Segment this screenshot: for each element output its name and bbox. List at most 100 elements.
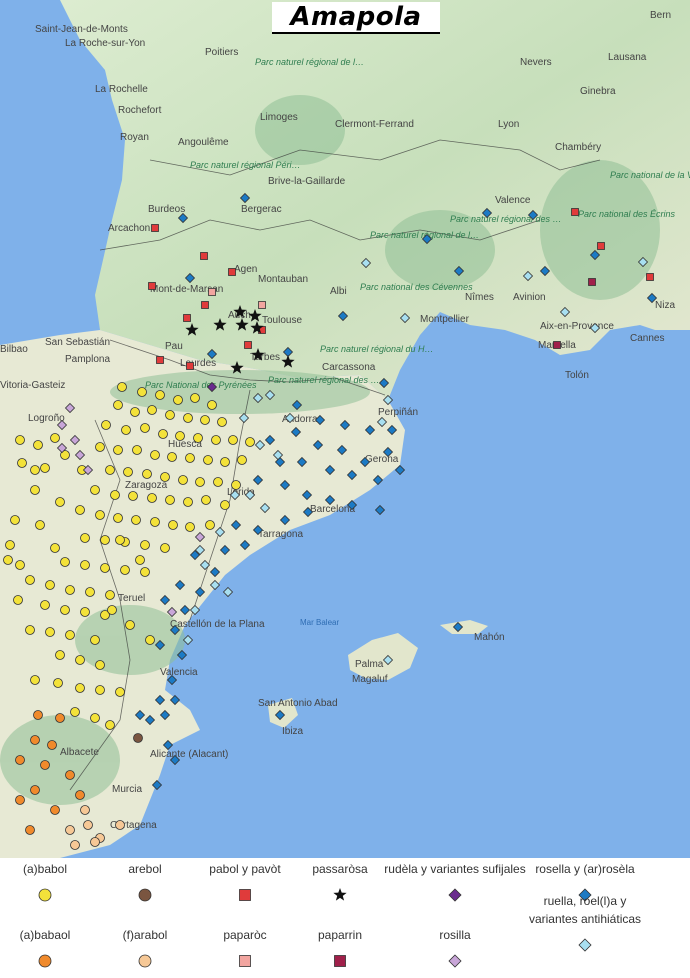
marker-square	[186, 362, 194, 370]
marker-square	[228, 268, 236, 276]
place-label: Niza	[655, 300, 675, 311]
dialect-map: Saint-Jean-de-Monts La Roche-sur-Yon Poiti…	[0, 0, 690, 858]
place-label: Ginebra	[580, 86, 616, 97]
marker-circle	[65, 825, 75, 835]
place-label: Clermont-Ferrand	[335, 119, 414, 130]
sea-label: Mar Balear	[300, 618, 339, 627]
place-label: Avinion	[513, 292, 546, 303]
marker-circle	[105, 720, 115, 730]
legend-label: rudèla y variantes sufijales	[384, 862, 526, 876]
legend-symbol-diamond	[448, 954, 462, 968]
marker-circle	[75, 683, 85, 693]
marker-circle	[100, 535, 110, 545]
marker-circle	[133, 733, 143, 743]
marker-circle	[245, 437, 255, 447]
marker-circle	[25, 825, 35, 835]
place-label: Magaluf	[352, 674, 388, 685]
place-label: Valencia	[160, 667, 198, 678]
legend-symbol-square	[239, 889, 251, 901]
marker-circle	[220, 457, 230, 467]
marker-circle	[33, 440, 43, 450]
marker-circle	[200, 415, 210, 425]
marker-circle	[123, 467, 133, 477]
marker-circle	[47, 740, 57, 750]
marker-circle	[60, 557, 70, 567]
place-label: Nîmes	[465, 292, 494, 303]
marker-square	[201, 301, 209, 309]
place-label: Toulouse	[262, 315, 302, 326]
marker-circle	[45, 627, 55, 637]
marker-circle	[75, 655, 85, 665]
marker-square	[258, 301, 266, 309]
place-label: Aix-en-Provence	[540, 321, 614, 332]
marker-circle	[30, 485, 40, 495]
marker-circle	[167, 452, 177, 462]
marker-circle	[231, 480, 241, 490]
place-label: Limoges	[260, 112, 298, 123]
place-label: Lyon	[498, 119, 519, 130]
place-label: Albacete	[60, 747, 99, 758]
marker-circle	[183, 413, 193, 423]
place-label: Montauban	[258, 274, 308, 285]
marker-circle	[25, 625, 35, 635]
place-label: Murcia	[112, 784, 142, 795]
marker-circle	[117, 382, 127, 392]
marker-square	[151, 224, 159, 232]
marker-circle	[155, 390, 165, 400]
place-label: Valence	[495, 195, 531, 206]
marker-circle	[101, 420, 111, 430]
marker-circle	[83, 820, 93, 830]
place-label: Pamplona	[65, 354, 110, 365]
marker-square	[571, 208, 579, 216]
place-label: Nevers	[520, 57, 552, 68]
marker-circle	[150, 517, 160, 527]
marker-square	[148, 282, 156, 290]
marker-circle	[40, 600, 50, 610]
map-title: Amapola	[290, 2, 422, 32]
marker-circle	[70, 840, 80, 850]
marker-circle	[95, 510, 105, 520]
place-label: Arcachon	[108, 223, 150, 234]
marker-circle	[3, 555, 13, 565]
marker-circle	[125, 620, 135, 630]
marker-circle	[131, 515, 141, 525]
place-label: Agen	[234, 264, 257, 275]
place-label: Cannes	[630, 333, 664, 344]
place-label: Chambéry	[555, 142, 601, 153]
place-label: Ibiza	[282, 726, 304, 737]
marker-circle	[55, 497, 65, 507]
marker-square	[183, 314, 191, 322]
marker-circle	[15, 755, 25, 765]
marker-circle	[60, 605, 70, 615]
marker-circle	[183, 497, 193, 507]
marker-square	[200, 252, 208, 260]
place-label: Mahón	[474, 632, 505, 643]
marker-circle	[75, 505, 85, 515]
place-label: Parc national des Écrins	[578, 209, 676, 219]
marker-circle	[100, 563, 110, 573]
place-label: Logroño	[28, 413, 65, 424]
marker-circle	[207, 400, 217, 410]
place-label: Tarragona	[258, 529, 303, 540]
marker-circle	[211, 435, 221, 445]
marker-circle	[50, 805, 60, 815]
legend-symbol-diamond	[578, 938, 592, 952]
legend-symbol-diamond	[448, 888, 462, 902]
marker-circle	[115, 535, 125, 545]
marker-circle	[15, 560, 25, 570]
place-label: Lausana	[608, 52, 647, 63]
marker-square	[646, 273, 654, 281]
place-label: Bilbao	[0, 344, 28, 355]
marker-circle	[65, 630, 75, 640]
marker-circle	[105, 590, 115, 600]
marker-square	[244, 341, 252, 349]
marker-circle	[90, 635, 100, 645]
place-label: Teruel	[118, 593, 145, 604]
marker-circle	[205, 520, 215, 530]
marker-circle	[160, 472, 170, 482]
place-label: Parc naturel régional Péri…	[190, 160, 301, 170]
marker-circle	[75, 790, 85, 800]
marker-circle	[217, 417, 227, 427]
marker-circle	[185, 522, 195, 532]
place-label: Zaragoza	[125, 480, 168, 491]
